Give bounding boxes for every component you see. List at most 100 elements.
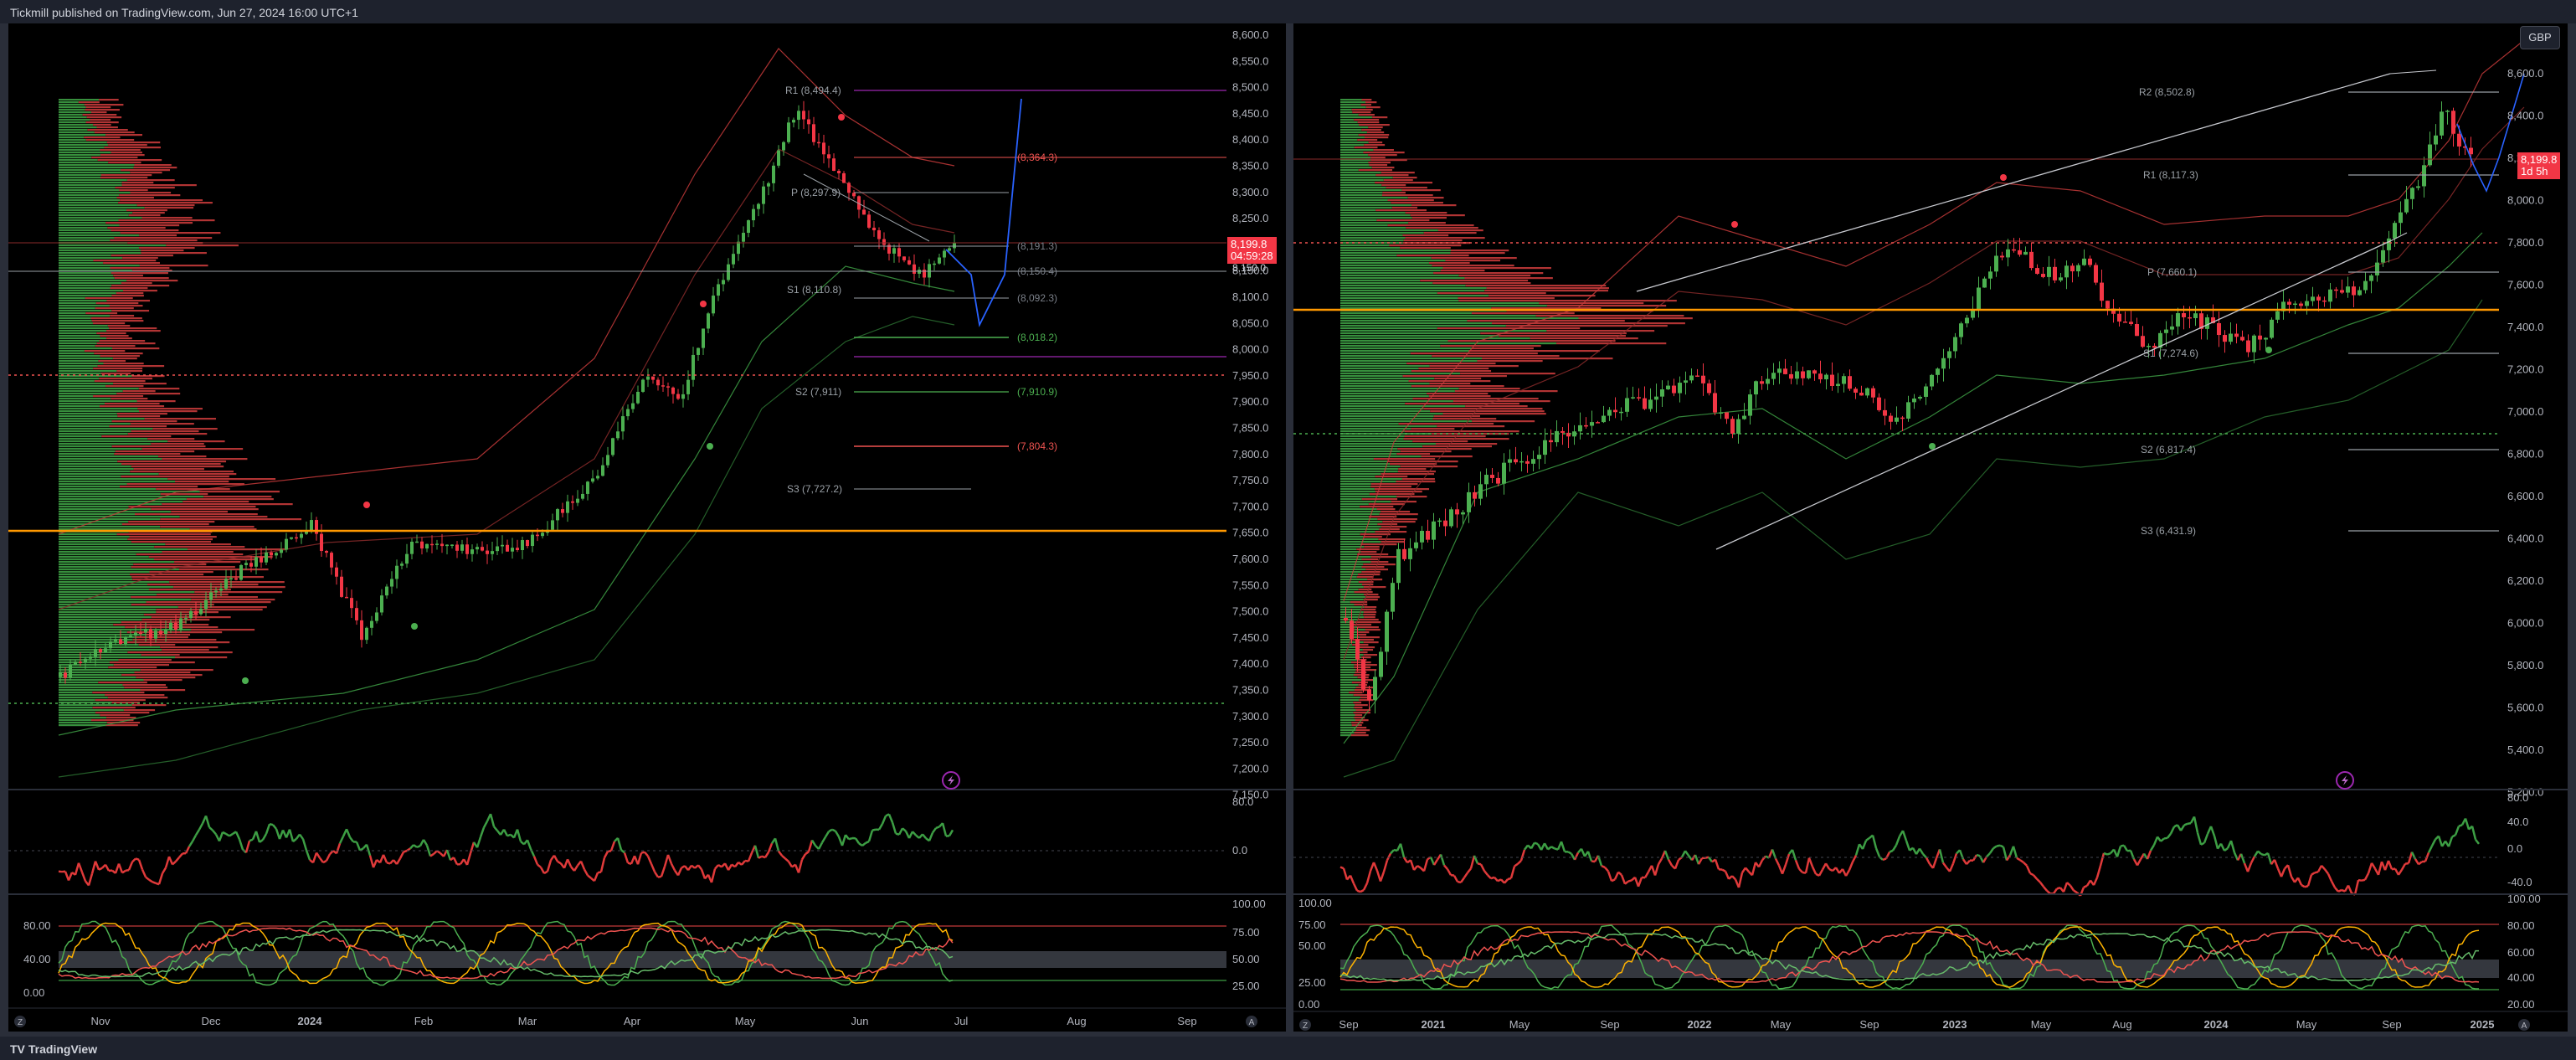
left-chart-panel[interactable]: R1 (8,494.4) P (8,297.9) S1 (8,110.8) S2 (7…	[8, 23, 1286, 1032]
candle-body	[2404, 198, 2409, 213]
rsi-line-segment	[1844, 869, 1851, 877]
rsi-axis-label: 80.0	[2507, 791, 2528, 804]
time-axis-label: May	[2031, 1018, 2052, 1031]
candle-body	[275, 553, 278, 556]
volume-profile-down-bar	[1433, 415, 1480, 418]
volume-profile-up-bar	[59, 443, 152, 445]
time-axis-label: Jun	[851, 1015, 869, 1027]
volume-profile-down-bar	[1407, 197, 1444, 199]
candle-body	[496, 546, 499, 552]
volume-profile-up-bar	[59, 368, 94, 370]
rsi-line-segment	[2169, 826, 2176, 835]
volume-profile-up-bar	[1340, 257, 1432, 260]
volume-profile-up-bar	[1340, 415, 1434, 418]
candle-body	[114, 639, 117, 642]
volume-profile-down-bar	[203, 496, 272, 498]
volume-profile-down-bar	[1361, 566, 1385, 569]
volume-profile-up-bar	[59, 458, 162, 461]
rsi-line-segment	[1463, 872, 1469, 878]
rsi-line-segment	[1986, 852, 1991, 858]
candle-body	[2334, 289, 2338, 291]
volume-profile-up-bar	[1340, 131, 1367, 134]
volume-profile-down-bar	[173, 586, 285, 589]
volume-profile-down-bar	[121, 523, 209, 526]
rsi-line-segment	[1446, 868, 1453, 876]
footer-bar: TV TradingView	[0, 1037, 2576, 1060]
candle-body	[1408, 548, 1412, 559]
volume-profile-down-bar	[122, 684, 167, 687]
right-chart-canvas[interactable]: R2 (8,502.8)R1 (8,117.3)P (7,660.1)S1 (7…	[1293, 23, 2568, 1032]
rsi-line-segment	[2301, 883, 2306, 888]
volume-profile-down-bar	[100, 355, 140, 358]
rsi-line-segment	[2136, 858, 2142, 867]
candle-body	[1391, 583, 1395, 612]
price-axis-label: 8,400.0	[2507, 110, 2543, 122]
right-chart-panel[interactable]: R2 (8,502.8) R1 (8,117.3) P (7,660.1) S1 (7…	[1293, 23, 2568, 1032]
volume-profile-down-bar	[137, 408, 203, 410]
candle-body	[194, 610, 198, 615]
volume-profile-down-bar	[1354, 604, 1368, 606]
volume-profile-down-bar	[1381, 473, 1435, 476]
rsi-line-segment	[345, 828, 352, 838]
left-chart-canvas[interactable]: R1 (8,494.4)P (8,297.9)S1 (8,110.8)S2 (7…	[8, 23, 1286, 1032]
volume-profile-up-bar	[1340, 594, 1365, 596]
rsi-line-segment	[881, 815, 887, 825]
time-axis-label: Aug	[1067, 1015, 1086, 1027]
volume-profile-up-bar	[59, 398, 111, 400]
volume-profile-down-bar	[97, 159, 162, 162]
candle-body	[742, 233, 745, 242]
volume-profile-up-bar	[59, 315, 111, 317]
rsi-line-segment	[891, 821, 897, 834]
price-axis-label: 7,650.0	[1232, 527, 1268, 539]
tradingview-logo[interactable]: TV TradingView	[10, 1042, 97, 1056]
volume-profile-up-bar	[59, 282, 121, 285]
volume-profile-down-bar	[128, 214, 161, 217]
rsi-line-segment	[288, 829, 295, 842]
volume-profile-up-bar	[59, 149, 100, 152]
volume-profile-down-bar	[1539, 302, 1644, 305]
volume-profile-down-bar	[92, 707, 136, 709]
candle-body	[270, 552, 273, 556]
candle-body	[1379, 651, 1383, 677]
candle-body	[1519, 461, 1524, 463]
volume-profile-up-bar	[59, 129, 88, 131]
volume-profile-down-bar	[95, 345, 136, 347]
volume-profile-up-bar	[59, 694, 105, 697]
volume-profile-down-bar	[117, 461, 227, 463]
volume-profile-down-bar	[1357, 139, 1378, 142]
currency-button[interactable]: GBP	[2520, 26, 2560, 49]
rsi-line-segment	[1684, 850, 1690, 857]
volume-profile-up-bar	[59, 579, 133, 581]
volume-profile-down-bar	[93, 395, 144, 398]
volume-profile-down-bar	[144, 207, 194, 209]
volume-profile-down-bar	[1375, 491, 1422, 493]
rsi-line-segment	[2036, 877, 2041, 883]
volume-profile-down-bar	[1429, 383, 1471, 385]
volume-profile-up-bar	[1340, 553, 1358, 556]
volume-profile-up-bar	[59, 239, 111, 242]
volume-profile-up-bar	[1340, 704, 1355, 707]
candle-body	[1531, 459, 1535, 464]
volume-profile-up-bar	[59, 626, 126, 629]
rsi-line-segment	[398, 852, 405, 859]
volume-profile-up-bar	[1340, 325, 1506, 327]
rsi-line-segment	[2152, 836, 2159, 846]
volume-profile-up-bar	[59, 342, 97, 345]
rsi-line-segment	[255, 831, 261, 843]
rsi-line-segment	[137, 859, 144, 870]
volume-profile-down-bar	[1360, 543, 1397, 546]
right-time-axis[interactable]: Sep 2021 May Sep 2022 May Sep 2023 May Aug 2024 May…	[1293, 1011, 2568, 1031]
rsi-line-segment	[167, 856, 174, 865]
candle-body	[1789, 373, 1793, 379]
volume-profile-down-bar	[131, 430, 199, 433]
left-price-axis[interactable]: 8,600.08,550.08,500.08,450.08,400.08,350…	[1232, 28, 1268, 801]
rsi-line-segment	[603, 851, 609, 858]
volume-profile-down-bar	[156, 609, 263, 611]
volume-profile-up-bar	[1340, 295, 1489, 297]
volume-profile-up-bar	[59, 428, 153, 430]
volume-profile-up-bar	[1340, 682, 1352, 684]
volume-profile-up-bar	[59, 594, 157, 596]
left-time-axis[interactable]: Nov Dec 2024 Feb Mar Apr May Jun Jul Aug SepZ A	[8, 1007, 1286, 1027]
candle-body	[481, 547, 484, 551]
candle-body	[2141, 336, 2145, 347]
